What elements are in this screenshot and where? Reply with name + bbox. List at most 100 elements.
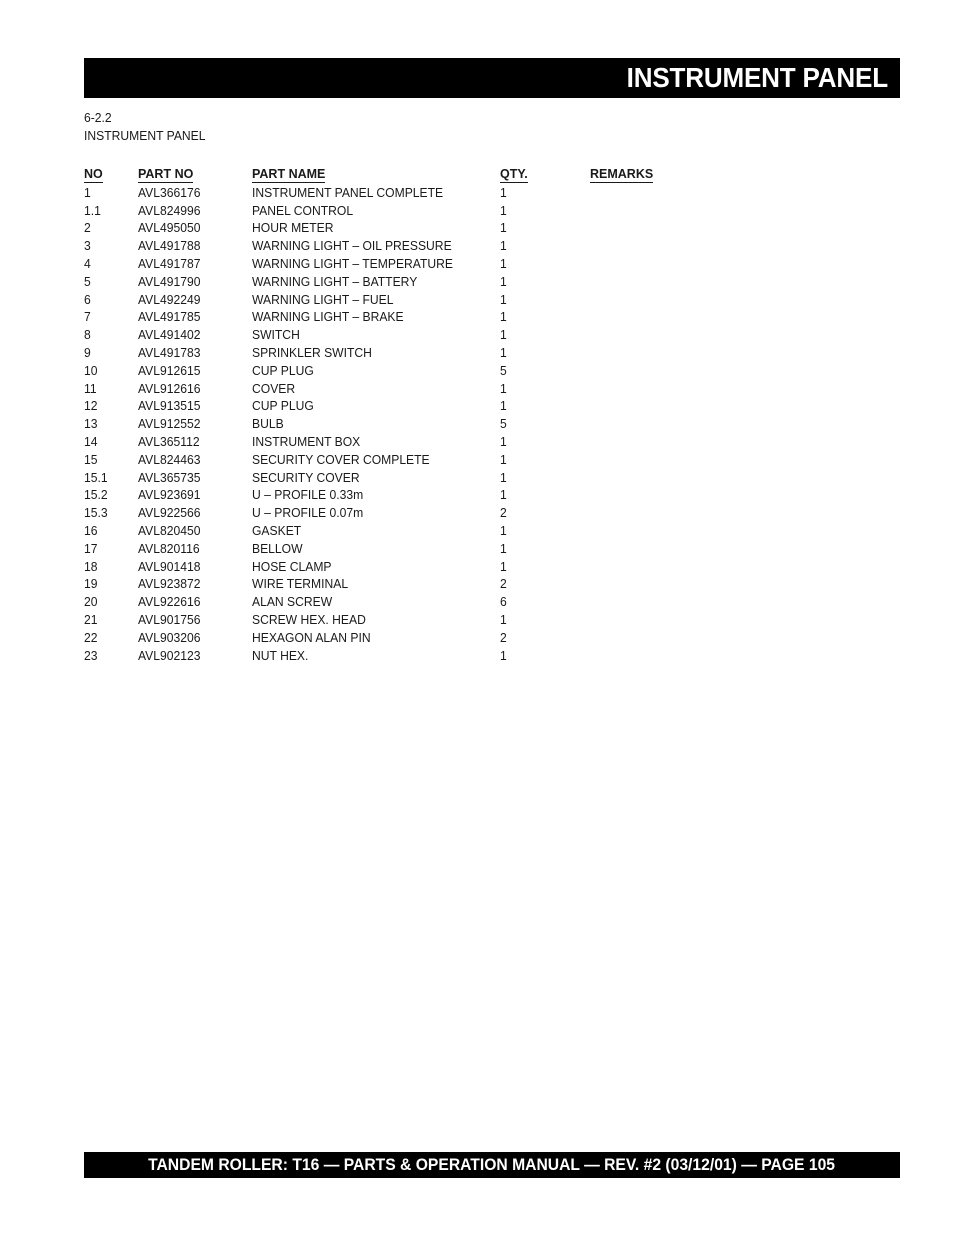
cell-remarks: [590, 648, 844, 666]
cell-part-no: AVL365735: [138, 470, 201, 485]
cell-part-no: AVL820450: [138, 523, 201, 538]
cell-part-name: CUP PLUG: [252, 363, 314, 378]
cell-qty: 1: [500, 328, 507, 343]
cell-no: 15.3: [84, 506, 108, 521]
cell-remarks: [590, 452, 844, 470]
cell-qty: 1: [500, 203, 507, 218]
cell-qty: 1: [500, 541, 507, 556]
cell-no: 15.1: [84, 470, 108, 485]
table-row: 12 AVL913515 CUP PLUG 1: [84, 398, 844, 416]
cell-no: 5: [84, 274, 91, 289]
cell-part-no: AVL491788: [138, 239, 201, 254]
table-row: 10 AVL912615 CUP PLUG 5: [84, 363, 844, 381]
table-row: 7 AVL491785 WARNING LIGHT – BRAKE 1: [84, 309, 844, 327]
table-row: 17 AVL820116 BELLOW 1: [84, 541, 844, 559]
cell-qty: 1: [500, 488, 507, 503]
cell-qty: 1: [500, 452, 507, 467]
cell-part-name: BULB: [252, 417, 284, 432]
cell-part-no: AVL824996: [138, 203, 201, 218]
cell-qty: 1: [500, 381, 507, 396]
cell-qty: 1: [500, 523, 507, 538]
cell-no: 16: [84, 523, 98, 538]
cell-part-name: WIRE TERMINAL: [252, 577, 349, 592]
cell-part-no: AVL901756: [138, 612, 201, 627]
cell-part-no: AVL824463: [138, 452, 201, 467]
manual-page: INSTRUMENT PANEL 6-2.2 INSTRUMENT PANEL …: [0, 0, 954, 1235]
cell-no: 20: [84, 595, 98, 610]
cell-part-no: AVL491790: [138, 274, 201, 289]
cell-qty: 1: [500, 434, 507, 449]
cell-part-name: SWITCH: [252, 328, 300, 343]
cell-qty: 1: [500, 292, 507, 307]
table-row: 22 AVL903206 HEXAGON ALAN PIN 2: [84, 630, 844, 648]
cell-no: 14: [84, 434, 98, 449]
cell-part-no: AVL901418: [138, 559, 201, 574]
section-name: INSTRUMENT PANEL: [84, 128, 206, 143]
table-row: 23 AVL902123 NUT HEX. 1: [84, 648, 844, 666]
cell-qty: 2: [500, 506, 507, 521]
table-row: 14 AVL365112 INSTRUMENT BOX 1: [84, 434, 844, 452]
cell-no: 7: [84, 310, 91, 325]
cell-no: 4: [84, 256, 91, 271]
cell-part-no: AVL491787: [138, 256, 201, 271]
cell-part-no: AVL365112: [138, 434, 200, 449]
cell-part-no: AVL923691: [138, 488, 201, 503]
cell-remarks: [590, 630, 844, 648]
cell-remarks: [590, 256, 844, 274]
table-row: 3 AVL491788 WARNING LIGHT – OIL PRESSURE 1: [84, 238, 844, 256]
column-header-no: NO: [84, 167, 103, 183]
cell-part-no: AVL491402: [138, 328, 201, 343]
cell-part-no: AVL913515: [138, 399, 201, 414]
cell-remarks: [590, 381, 844, 399]
cell-remarks: [590, 292, 844, 310]
cell-remarks: [590, 470, 844, 488]
table-row: 16 AVL820450 GASKET 1: [84, 523, 844, 541]
table-row: 2 AVL495050 HOUR METER 1: [84, 220, 844, 238]
table-row: 1.1 AVL824996 PANEL CONTROL 1: [84, 203, 844, 221]
cell-part-name: WARNING LIGHT – FUEL: [252, 292, 394, 307]
cell-no: 19: [84, 577, 98, 592]
cell-qty: 2: [500, 577, 507, 592]
cell-qty: 1: [500, 256, 507, 271]
page-footer-bar: TANDEM ROLLER: T16 — PARTS & OPERATION M…: [84, 1152, 900, 1178]
cell-qty: 5: [500, 417, 507, 432]
cell-part-name: INSTRUMENT PANEL COMPLETE: [252, 185, 444, 200]
cell-no: 1.1: [84, 203, 101, 218]
table-row: 13 AVL912552 BULB 5: [84, 416, 844, 434]
cell-part-name: SPRINKLER SWITCH: [252, 345, 372, 360]
cell-part-name: U – PROFILE 0.07m: [252, 506, 364, 521]
section-number: 6-2.2: [84, 111, 112, 125]
cell-no: 9: [84, 345, 91, 360]
cell-part-name: BELLOW: [252, 541, 303, 556]
cell-qty: 1: [500, 185, 507, 200]
cell-part-no: AVL912616: [138, 381, 201, 396]
table-row: 18 AVL901418 HOSE CLAMP 1: [84, 559, 844, 577]
cell-remarks: [590, 220, 844, 238]
cell-remarks: [590, 203, 844, 221]
cell-qty: 1: [500, 612, 507, 627]
table-row: 1 AVL366176 INSTRUMENT PANEL COMPLETE 1: [84, 185, 844, 203]
table-header: NO PART NO PART NAME QTY. REMARKS: [84, 166, 844, 185]
cell-remarks: [590, 238, 844, 256]
cell-part-name: SECURITY COVER: [252, 470, 360, 485]
cell-qty: 1: [500, 559, 507, 574]
cell-remarks: [590, 612, 844, 630]
cell-qty: 2: [500, 630, 507, 645]
cell-part-no: AVL912552: [138, 417, 201, 432]
cell-no: 10: [84, 363, 98, 378]
cell-qty: 1: [500, 470, 507, 485]
cell-remarks: [590, 523, 844, 541]
cell-part-no: AVL902123: [138, 648, 201, 663]
cell-remarks: [590, 309, 844, 327]
table-header-row: NO PART NO PART NAME QTY. REMARKS: [84, 166, 844, 185]
cell-part-no: AVL923872: [138, 577, 201, 592]
cell-remarks: [590, 416, 844, 434]
cell-remarks: [590, 487, 844, 505]
cell-part-no: AVL820116: [138, 541, 200, 556]
cell-qty: 1: [500, 310, 507, 325]
cell-part-name: WARNING LIGHT – BATTERY: [252, 274, 418, 289]
cell-part-name: HOUR METER: [252, 221, 334, 236]
cell-no: 8: [84, 328, 91, 343]
cell-qty: 5: [500, 363, 507, 378]
cell-part-name: WARNING LIGHT – TEMPERATURE: [252, 256, 453, 271]
